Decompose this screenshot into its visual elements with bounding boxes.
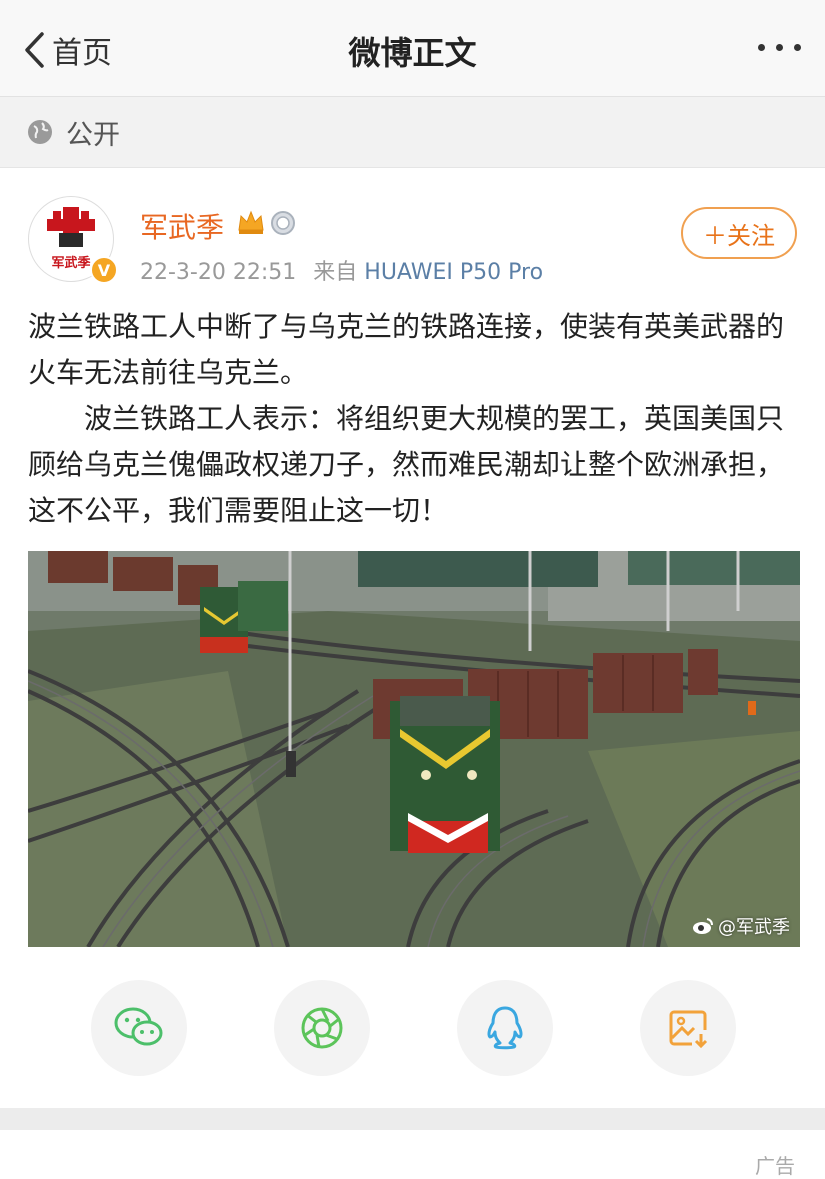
post-meta: 22-3-20 22:51 来自 HUAWEI P50 Pro (140, 254, 543, 286)
medal-icon (271, 211, 295, 235)
user-badges (236, 208, 296, 236)
share-qq-button[interactable] (457, 980, 553, 1076)
share-wechat-button[interactable] (91, 980, 187, 1076)
qq-icon (487, 1006, 523, 1050)
privacy-bar: 公开 (0, 97, 825, 168)
device-name[interactable]: HUAWEI P50 Pro (364, 260, 543, 285)
more-dot-icon (794, 44, 801, 51)
save-image-button[interactable] (640, 980, 736, 1076)
privacy-label: 公开 (66, 119, 120, 151)
ad-label: 广告 (755, 1154, 795, 1178)
more-options-button[interactable] (758, 44, 801, 51)
post-time: 22-3-20 22:51 (140, 260, 297, 285)
username[interactable]: 军武季 (140, 206, 224, 246)
moments-icon (301, 1007, 343, 1049)
wechat-icon (114, 1007, 163, 1046)
crown-icon (238, 210, 264, 234)
weibo-logo-icon (693, 918, 713, 934)
more-dot-icon (776, 44, 783, 51)
post-body: 波兰铁路工人中断了与乌克兰的铁路连接，使装有英美武器的火车无法前往乌克兰。 波兰… (28, 304, 798, 534)
save-image-icon (669, 1010, 708, 1049)
post-image[interactable]: @军武季 (28, 551, 800, 947)
section-divider (0, 1108, 825, 1130)
watermark-text: @军武季 (718, 917, 790, 938)
railway-yard-photo (28, 551, 800, 947)
share-moments-button[interactable] (274, 980, 370, 1076)
globe-icon (28, 120, 52, 144)
verified-badge: V (90, 256, 118, 284)
follow-button[interactable]: ＋关注 (681, 207, 797, 259)
post-paragraph: 波兰铁路工人表示：将组织更大规模的罢工，英国美国只顾给乌克兰傀儡政权递刀子，然而… (28, 402, 785, 527)
top-navigation-bar: 首页 微博正文 (0, 0, 825, 97)
avatar-text: 军武季 (51, 255, 90, 271)
next-section (0, 1130, 825, 1160)
more-dot-icon (758, 44, 765, 51)
share-bar (0, 980, 825, 1076)
post-paragraph: 波兰铁路工人中断了与乌克兰的铁路连接，使装有英美武器的火车无法前往乌克兰。 (28, 310, 785, 389)
source-prefix: 来自 (313, 260, 358, 285)
image-watermark: @军武季 (692, 913, 790, 939)
page-title: 微博正文 (348, 34, 477, 72)
